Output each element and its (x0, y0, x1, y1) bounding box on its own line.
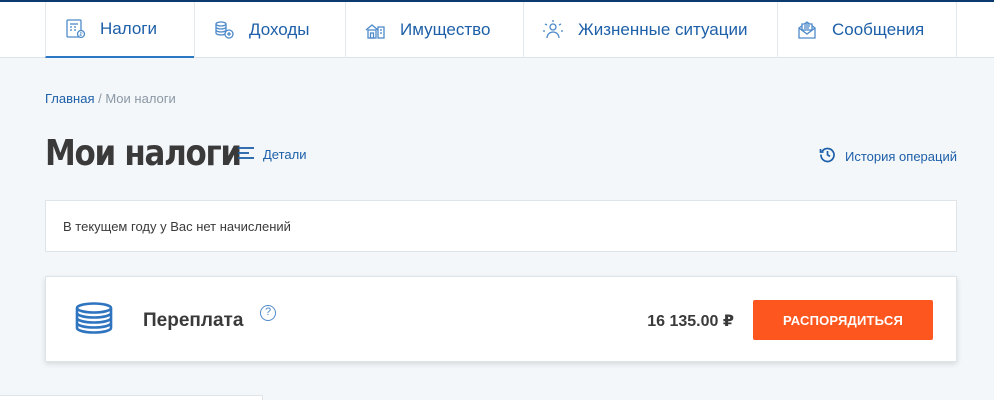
tab-life-situations-label: Жизненные ситуации (578, 20, 748, 39)
tab-messages-label: Сообщения (832, 20, 925, 39)
tab-income-label: Доходы (249, 20, 310, 39)
details-label: Детали (263, 147, 307, 162)
breadcrumb: Главная / Мои налоги (45, 91, 176, 106)
tab-income[interactable]: Доходы (194, 2, 345, 58)
main-navigation: ₽ Налоги Доходы Имущество Жизненные ситу… (0, 2, 994, 58)
coins-stack-icon (213, 19, 235, 41)
tab-messages[interactable]: Сообщения (777, 2, 957, 58)
envelope-icon (796, 19, 818, 41)
breadcrumb-separator: / (94, 91, 106, 106)
coins-stack-icon (75, 302, 113, 336)
tab-property[interactable]: Имущество (345, 2, 523, 58)
tab-taxes[interactable]: ₽ Налоги (45, 2, 194, 58)
overpayment-card: Переплата ? 16 135.00 ₽ РАСПОРЯДИТЬСЯ (45, 276, 957, 362)
details-link[interactable]: Детали (237, 146, 307, 163)
overpayment-label: Переплата (143, 310, 244, 331)
tab-taxes-label: Налоги (100, 19, 157, 38)
notice-text: В текущем году у Вас нет начислений (63, 218, 291, 234)
history-label: История операций (845, 148, 957, 164)
help-icon[interactable]: ? (260, 305, 276, 321)
property-icon (364, 19, 386, 41)
list-lines-icon (237, 146, 255, 163)
tab-life-situations[interactable]: Жизненные ситуации (523, 2, 777, 58)
tab-property-label: Имущество (400, 20, 491, 39)
overpayment-amount: 16 135.00 ₽ (647, 313, 734, 330)
breadcrumb-home-link[interactable]: Главная (45, 91, 94, 106)
life-situations-icon (542, 19, 564, 41)
history-link[interactable]: История операций (819, 146, 957, 166)
history-clock-icon (819, 146, 836, 166)
breadcrumb-current: Мои налоги (105, 91, 176, 106)
tax-calculator-icon: ₽ (64, 18, 86, 40)
dispose-button[interactable]: РАСПОРЯДИТЬСЯ (753, 300, 933, 340)
footer-panel-edge (0, 395, 263, 400)
no-charges-notice: В текущем году у Вас нет начислений (45, 200, 957, 252)
page-title: Мои налоги (45, 133, 242, 174)
